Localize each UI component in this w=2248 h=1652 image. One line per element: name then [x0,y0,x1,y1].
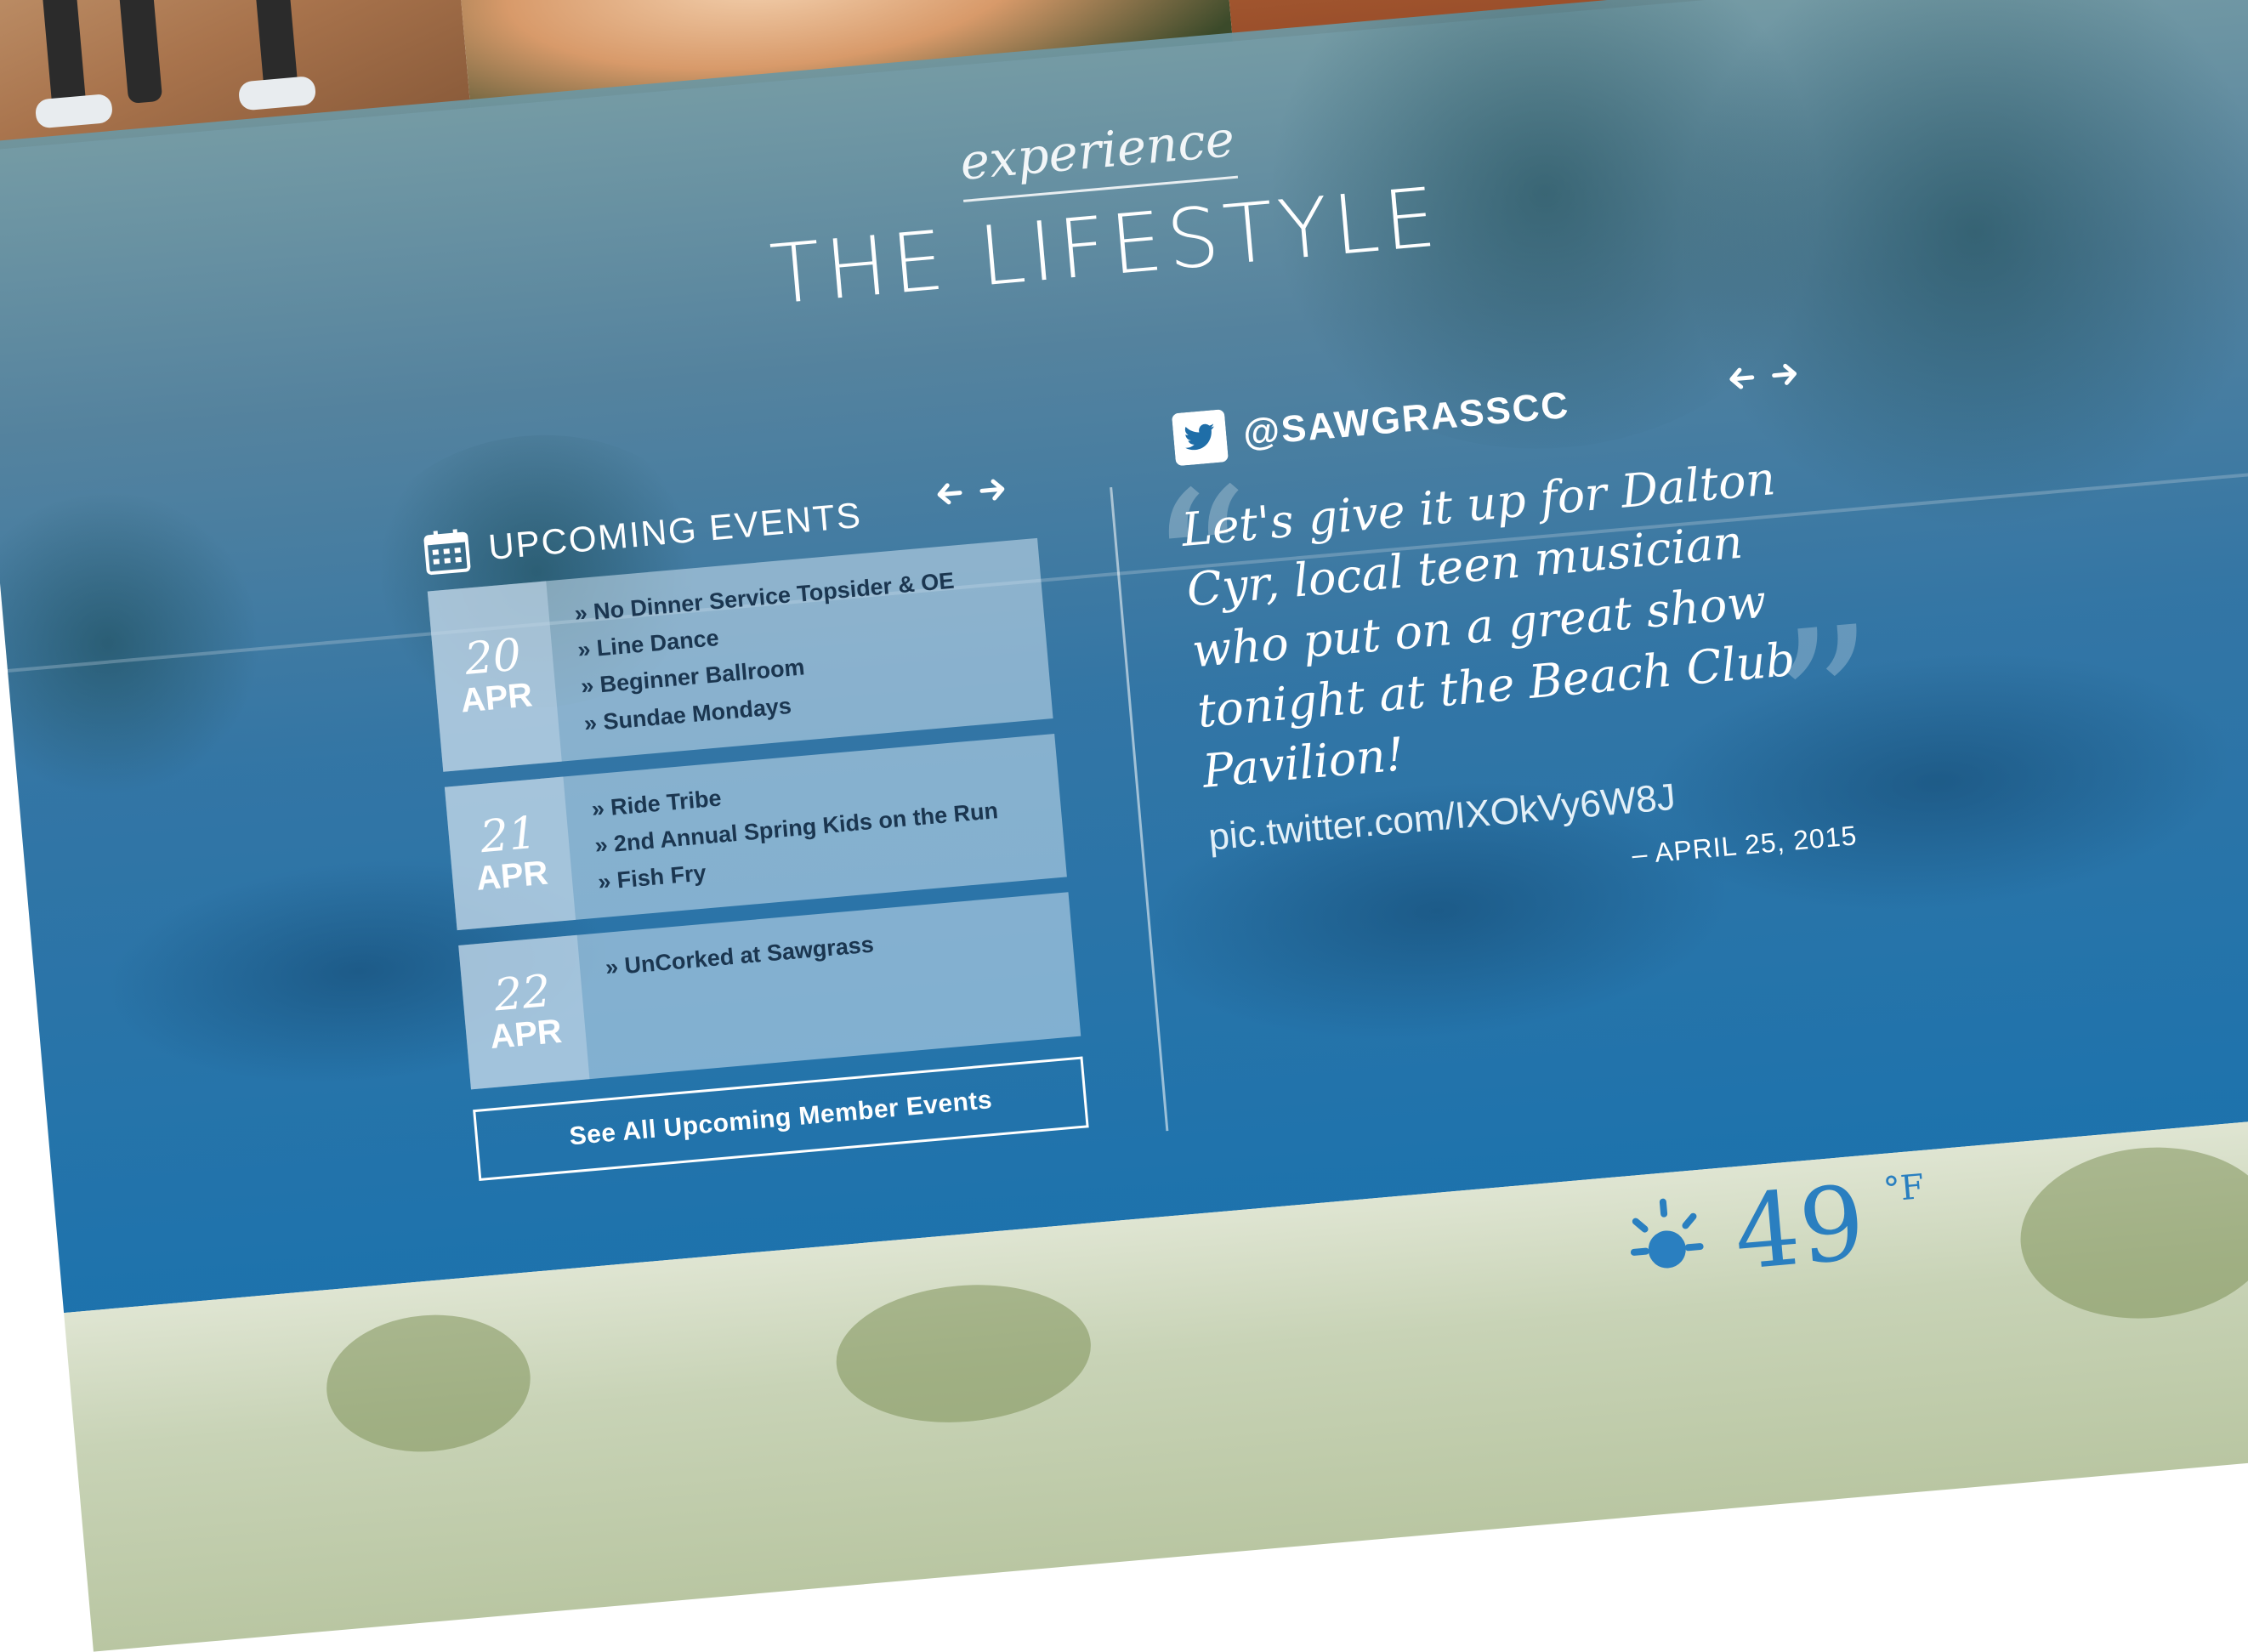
arrow-right-icon[interactable] [977,474,1008,506]
event-date: 22 APR [458,935,590,1090]
photo-shoe [237,75,317,111]
weather-widget: 49 °F [1615,1164,1932,1296]
twitter-widget: @SAWGRASSCC “ Let's give it up for Dalto… [1141,357,1890,907]
event-date-month: APR [488,1013,564,1057]
tweet-text: Let's give it up for Dalton Cyr, local t… [1179,451,1797,798]
lifestyle-section: experience THE LIFESTYLE UPCOMING EVENTS [0,0,2248,1314]
event-date-day: 20 [463,629,524,686]
event-date-day: 22 [491,966,553,1022]
photo-tree [321,1306,536,1461]
arrow-right-icon[interactable] [1769,359,1801,390]
temperature-value: 49 [1729,1164,1870,1294]
tweet-body: “ Let's give it up for Dalton Cyr, local… [1141,443,1890,828]
close-quote-icon: ” [1764,582,1890,828]
calendar-icon [423,529,471,576]
upcoming-events-widget: UPCOMING EVENTS 20 APR No Dinner Service… [422,474,1089,1182]
event-list: Ride Tribe 2nd Annual Spring Kids on the… [563,737,1021,920]
page-stage: experience THE LIFESTYLE UPCOMING EVENTS [0,0,2248,1652]
palm-tree-silhouette [0,477,274,809]
photo-leg [40,0,87,111]
event-list: UnCorked at Sawgrass [577,908,900,1079]
event-date-month: APR [459,676,535,720]
photo-shoe [34,93,114,129]
event-date-day: 21 [478,807,539,863]
event-date-month: APR [474,854,550,898]
photo-leg [116,0,163,105]
event-day-card: 20 APR No Dinner Service Topsider & OE L… [427,537,1053,772]
sun-icon [1630,1198,1704,1269]
arrow-left-icon[interactable] [1725,363,1757,395]
heading-kicker: experience [957,110,1238,202]
event-link[interactable]: UnCorked at Sawgrass [604,927,875,987]
event-date: 21 APR [444,776,576,931]
twitter-handle[interactable]: @SAWGRASSCC [1241,384,1571,455]
event-date: 20 APR [427,581,562,772]
open-quote-icon: “ [1140,443,1266,690]
photo-tree [830,1274,1097,1433]
photo-tree [2013,1137,2248,1329]
event-list: No Dinner Service Topsider & OE Line Dan… [546,544,984,761]
temperature-unit: °F [1882,1167,1926,1210]
arrow-left-icon[interactable] [934,478,965,509]
